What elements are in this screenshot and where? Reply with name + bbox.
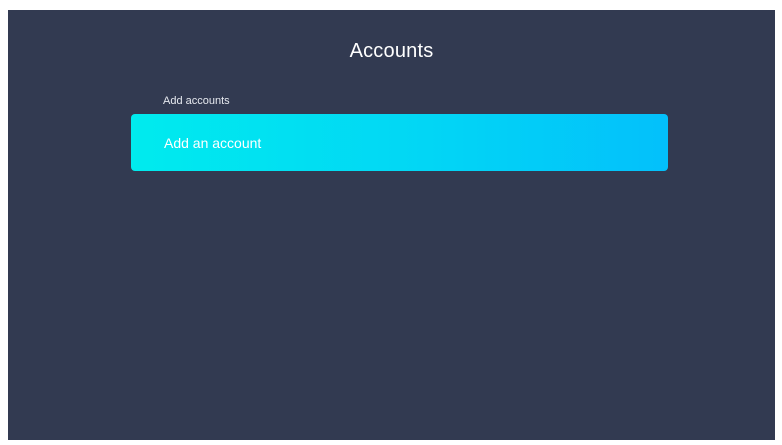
add-account-label: Add an account xyxy=(164,135,262,151)
section-label-add-accounts: Add accounts xyxy=(163,95,230,107)
accounts-screen: Accounts Add accounts Add an account xyxy=(8,10,775,440)
add-account-button[interactable]: Add an account xyxy=(131,114,668,171)
page-title: Accounts xyxy=(349,40,434,62)
